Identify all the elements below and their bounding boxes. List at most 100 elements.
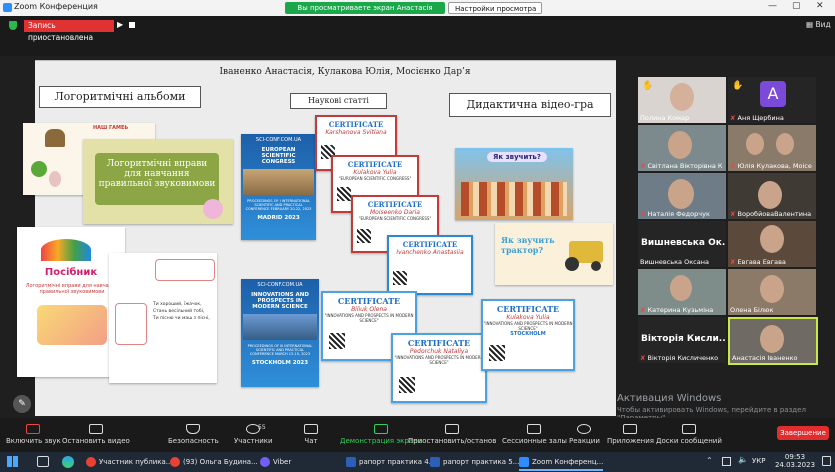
game-question-1: Як звучить? <box>487 152 547 162</box>
whiteboards-button[interactable]: Доски сообщений <box>656 424 722 445</box>
goat-illustration <box>45 129 65 147</box>
certificate-card: CERTIFICATE Ivanchenko Anastasiia <box>387 235 473 295</box>
apps-icon <box>623 424 638 434</box>
close-icon[interactable]: ✕ <box>816 1 824 11</box>
participant-tile[interactable]: ✋ Полина Комар <box>638 77 726 123</box>
speaker-icon[interactable]: 🔈 <box>738 455 748 464</box>
qr-code <box>399 377 415 393</box>
section-left-label: Логоритмічні альбоми <box>39 86 201 108</box>
mic-muted-icon: ✘ <box>730 162 738 170</box>
mic-muted-icon: ✘ <box>640 210 648 218</box>
taskbar-item[interactable]: Участник публика... <box>86 455 172 469</box>
album-page-title: НАШ ГАМЕЬ <box>93 125 129 131</box>
city-photo <box>243 169 314 195</box>
innovations-title: INNOVATIONS AND PROSPECTS IN MODERN SCIE… <box>251 292 309 310</box>
participant-tile[interactable]: A ✋ ✘ Аня Щербина <box>728 77 816 123</box>
recording-status: Запись приостановлена <box>24 20 114 42</box>
window-titlebar: Zoom Конференция Вы просматриваете экран… <box>0 0 835 25</box>
mic-muted-icon: ✘ <box>730 114 738 122</box>
participant-tile[interactable]: Олена Білюк <box>728 269 816 315</box>
taskbar-item[interactable]: Viber <box>260 455 291 469</box>
breakout-rooms-button[interactable]: Сессионные залы <box>502 424 567 445</box>
unmute-button[interactable]: Включить звук <box>6 424 61 445</box>
breakout-rooms-icon <box>527 424 542 434</box>
shield-icon[interactable] <box>9 21 17 30</box>
minimize-icon[interactable]: — <box>768 1 777 11</box>
proceedings-cover-madrid: SCI-CONF.COM.UA EUROPEAN SCIENTIFIC CONG… <box>241 134 316 240</box>
reactions-button[interactable]: Реакции <box>569 424 600 445</box>
tractor-wheel <box>565 257 579 271</box>
section-right-label: Дидактична відео-гра <box>449 93 611 117</box>
participant-tile[interactable]: ✘ Евгава Евгава <box>728 221 816 267</box>
proceedings-text: PROCEEDINGS OF III INTERNATIONAL SCIENTI… <box>247 344 313 356</box>
monster-illustration <box>203 199 223 219</box>
word-icon <box>430 457 440 467</box>
stop-video-button[interactable]: Остановить видео <box>62 424 130 445</box>
proceedings-cover-stockholm: SCI-CONF.COM.UA INNOVATIONS AND PROSPECT… <box>241 279 319 387</box>
clock[interactable]: 09:53 24.03.2023 <box>772 453 818 469</box>
participant-tile[interactable]: ✘ Юлія Кулакова, Моісе <box>728 125 816 171</box>
share-status-banner: Вы просматриваете экран Анастасія Іванен… <box>285 2 445 24</box>
city-buildings <box>461 182 567 216</box>
participant-tile-active-speaker[interactable]: Анастасія Іваненко <box>728 317 818 365</box>
mic-muted-icon: ✘ <box>730 210 738 218</box>
task-view-icon[interactable] <box>37 456 49 467</box>
shared-screen: Іваненко Анастасія, Кулакова Юлія, Мосіє… <box>13 60 616 416</box>
album-title: Логоритмічні вправи для навчання правиль… <box>98 159 216 189</box>
kids-illustration <box>37 305 107 345</box>
end-meeting-button[interactable]: Завершение <box>777 426 829 440</box>
participant-tile[interactable]: ✘ ВоробйоваВалентина <box>728 173 816 219</box>
participants-button[interactable]: Участники <box>234 424 273 445</box>
participant-big-name: Вікторія Кисли... <box>641 334 726 344</box>
qr-code <box>489 345 505 361</box>
participant-tile[interactable]: Вікторія Кисли... ✘ Вікторія Кисличенко <box>638 317 726 363</box>
taskbar-item[interactable]: (93) Ольга Будина... <box>170 455 258 469</box>
participant-tile[interactable]: Вишневська Ок... Вишневська Оксана <box>638 221 726 267</box>
certificate-card: CERTIFICATE Pedorchuk Nataliya "INNOVATI… <box>391 333 487 403</box>
bunny-illustration <box>49 171 61 187</box>
stop-icon[interactable] <box>129 22 135 28</box>
participant-tile[interactable]: ✘ Катерина Кузьміна <box>638 269 726 315</box>
cabbage-illustration <box>31 161 47 177</box>
game-city-card: Як звучить? <box>455 148 573 220</box>
fingers-drawing <box>115 303 147 345</box>
view-settings-dropdown[interactable]: Настройки просмотра▾ <box>448 2 542 25</box>
word-icon <box>346 457 356 467</box>
slide-authors: Іваненко Анастасія, Кулакова Юлія, Мосіє… <box>219 67 471 77</box>
poem-text: Ти хороший, їжачок, Стань весільний тобі… <box>153 302 210 321</box>
hands-drawing <box>155 259 215 281</box>
annotate-pencil-icon[interactable]: ✎ <box>13 395 31 413</box>
proceedings-text: PROCEEDINGS OF I INTERNATIONAL SCIENTIFI… <box>245 199 312 211</box>
game-tractor-card: Як звучить трактор? <box>495 223 613 285</box>
avatar: A <box>760 81 786 107</box>
camera-icon <box>88 424 103 434</box>
mic-muted-icon <box>26 424 41 434</box>
taskbar-item[interactable]: рапорт практика 4... <box>346 455 435 469</box>
taskbar-item[interactable]: рапорт практика 5... <box>430 455 519 469</box>
language-indicator[interactable]: УКР <box>752 457 765 465</box>
battery-icon[interactable] <box>722 457 731 466</box>
chevron-up-icon[interactable]: ⌃ <box>706 456 713 465</box>
participant-big-name: Вишневська Ок... <box>641 238 726 248</box>
chat-icon <box>304 424 318 434</box>
edge-icon[interactable] <box>62 456 74 468</box>
participants-count: 55 <box>258 424 266 431</box>
view-settings-label: Настройки просмотра <box>455 5 537 13</box>
taskbar-item-active[interactable]: Zoom Конференц... <box>519 455 604 471</box>
windows-activation-title: Активация Windows <box>617 393 722 404</box>
tractor-wheel <box>591 261 601 271</box>
participant-tile[interactable]: ✘ Світлана Вікторівна К <box>638 125 726 171</box>
pause-recording-button[interactable]: Приостановить/остановить запись <box>408 424 496 445</box>
shield-icon <box>186 424 201 434</box>
view-button[interactable]: ▦ Вид <box>806 20 831 29</box>
zoom-icon <box>519 457 529 467</box>
windows-start-icon[interactable] <box>7 456 18 467</box>
security-button[interactable]: Безопасность <box>168 424 219 445</box>
apps-button[interactable]: Приложения <box>607 424 654 445</box>
chat-button[interactable]: Чат <box>304 424 318 445</box>
maximize-icon[interactable]: ▢ <box>792 1 801 11</box>
participant-tile[interactable]: ✘ Наталія Федорчук <box>638 173 726 219</box>
play-icon[interactable]: ▶ <box>117 20 123 29</box>
city-label: MADRID 2023 <box>257 215 300 221</box>
notifications-icon[interactable] <box>822 456 831 466</box>
